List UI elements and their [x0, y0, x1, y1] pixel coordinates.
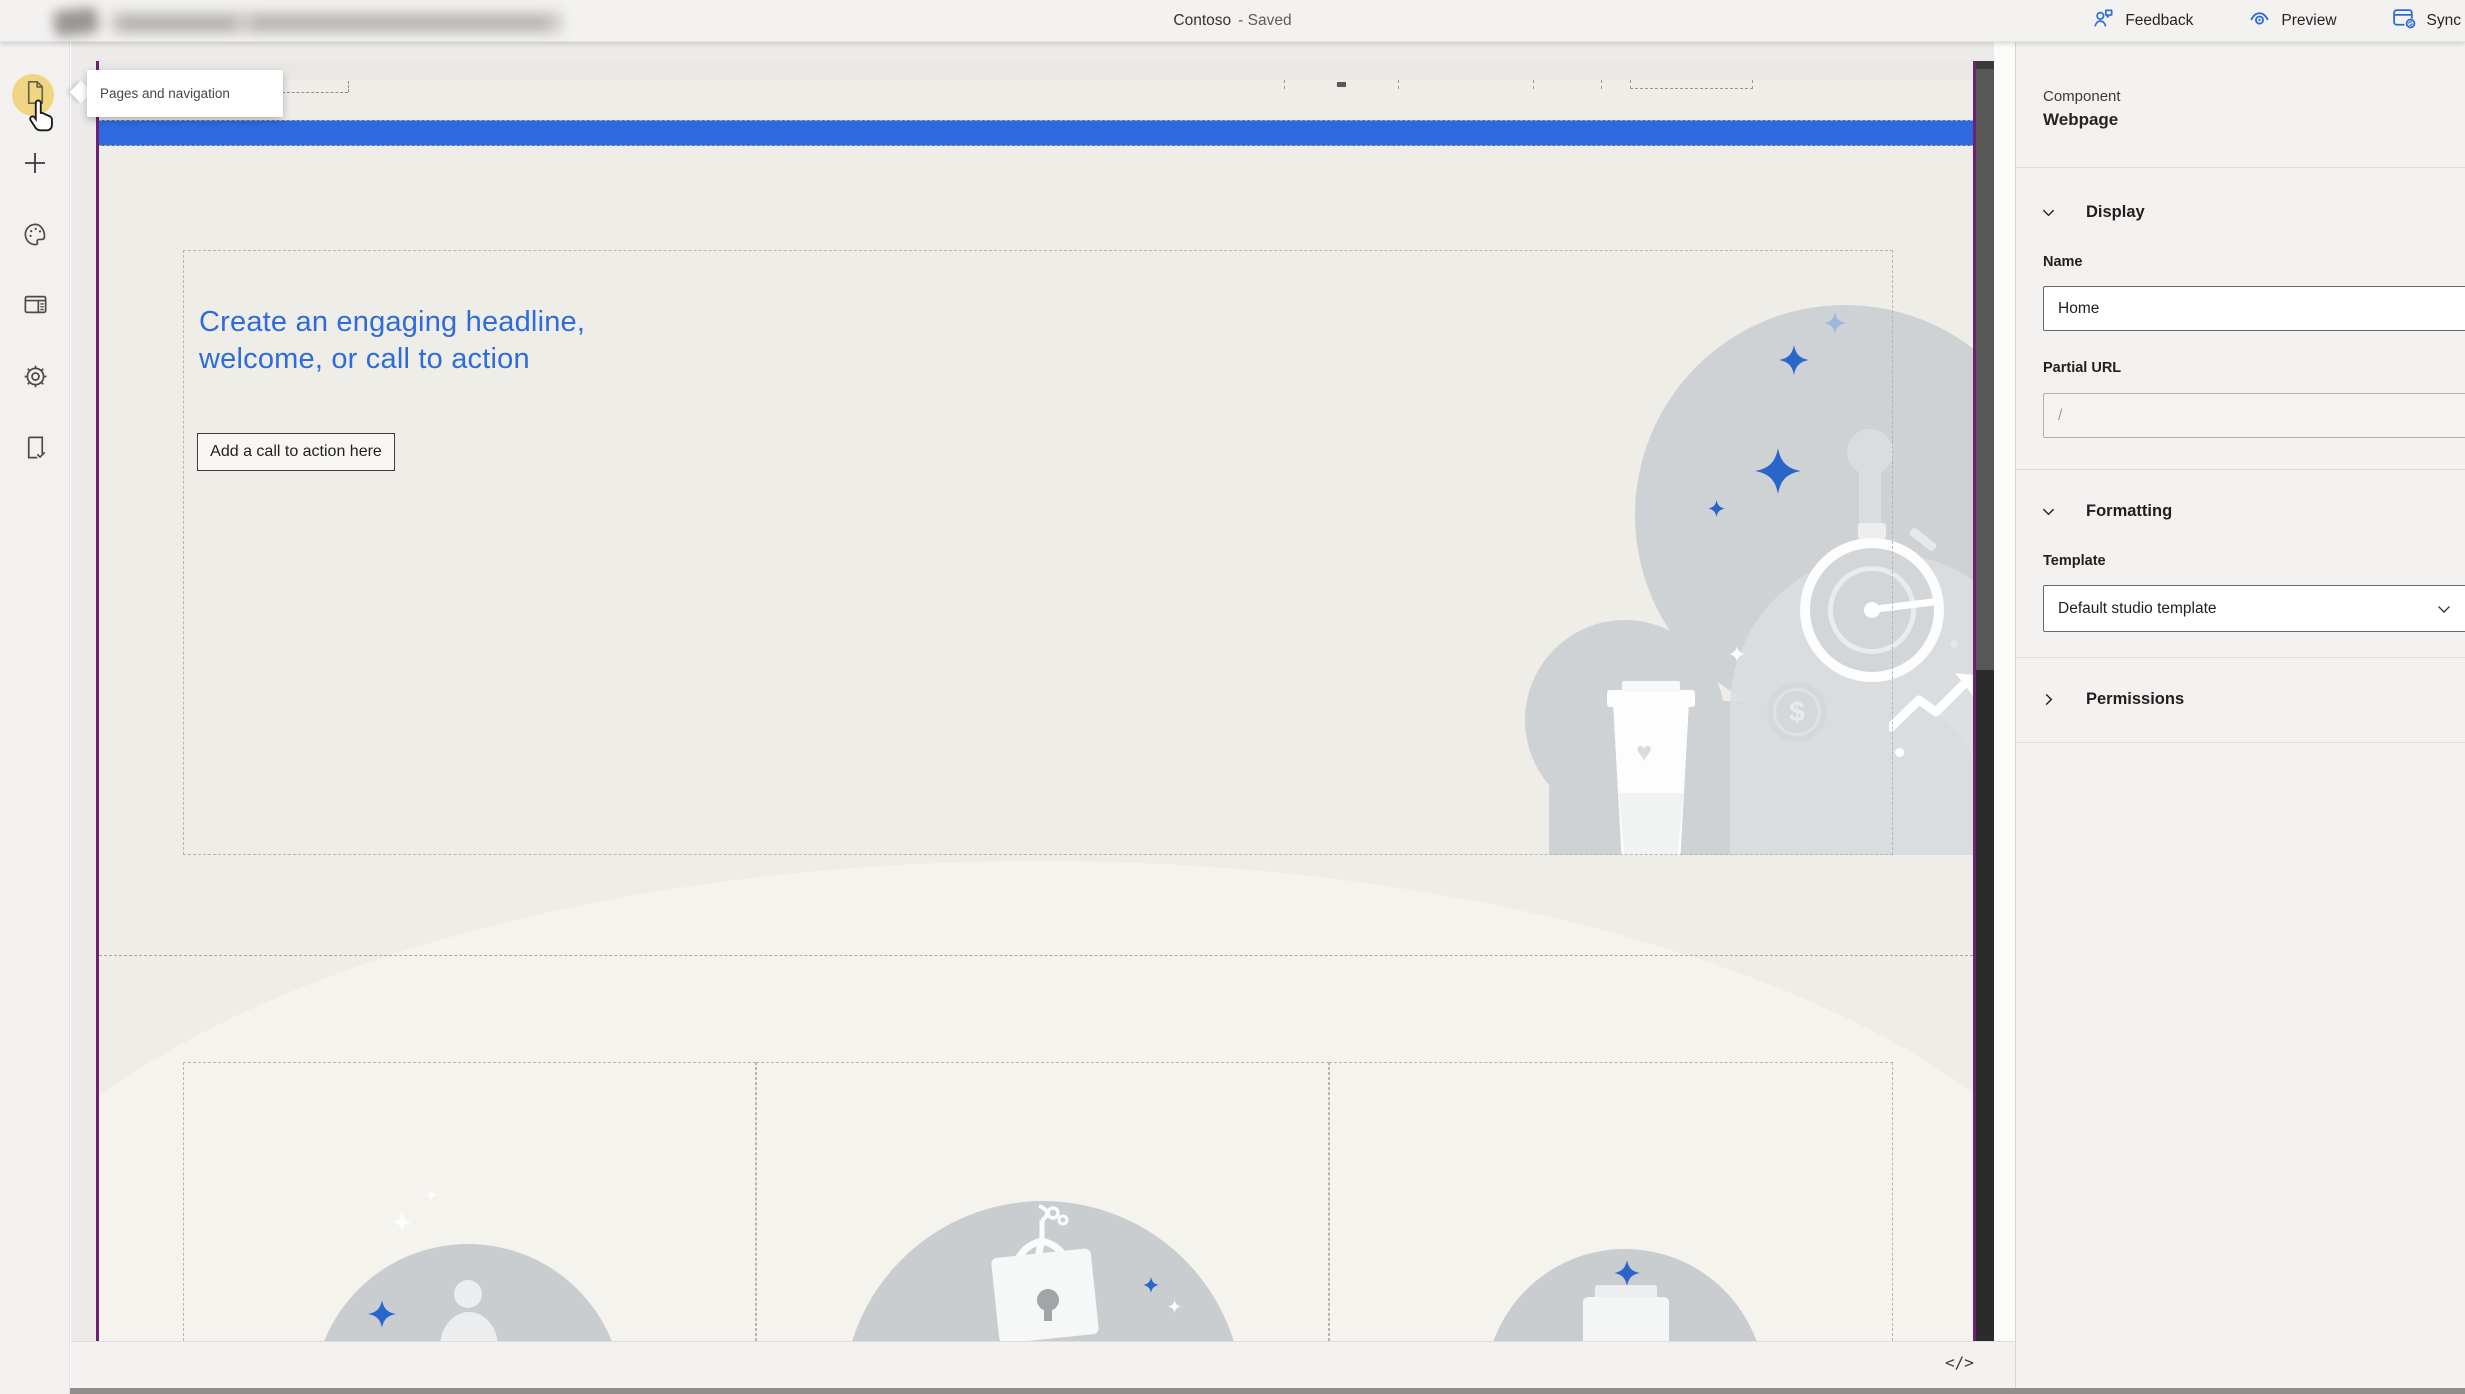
sparkle-icon — [1143, 1277, 1159, 1298]
chevron-right-icon — [2041, 692, 2056, 707]
dot-sparkle — [1895, 748, 1904, 757]
pages-navigation-tooltip: Pages and navigation — [87, 70, 283, 117]
canvas-scrollbar[interactable] — [1976, 61, 1994, 1341]
sidebar-item-settings[interactable] — [0, 353, 70, 405]
selection-outline-fragment — [1337, 82, 1346, 87]
call-to-action-button[interactable]: Add a call to action here — [197, 433, 395, 471]
formatting-section-title: Formatting — [2086, 502, 2172, 521]
display-section-header[interactable]: Display — [2016, 190, 2465, 234]
site-header-bar[interactable] — [99, 120, 1973, 146]
properties-panel: Component Webpage Display Name Partial U… — [2015, 42, 2465, 1388]
titlebar-actions: Feedback Preview — [2092, 0, 2461, 42]
sidebar-item-layout-data[interactable] — [0, 281, 70, 333]
panel-divider — [2016, 742, 2465, 743]
canvas-bottom-bar: </> — [71, 1341, 2015, 1388]
sparkle-icon — [1168, 1300, 1181, 1318]
feedback-button[interactable]: Feedback — [2092, 7, 2193, 35]
device-check-icon — [22, 434, 49, 466]
code-editor-toggle[interactable]: </> — [1945, 1353, 1974, 1372]
selection-outline-fragment — [1630, 80, 1753, 89]
save-status: - Saved — [1238, 12, 1291, 29]
design-canvas-workspace: $ ♥ — [71, 42, 2015, 1388]
sidebar-item-styling[interactable] — [0, 211, 70, 263]
webpage-canvas[interactable]: $ ♥ — [96, 61, 1976, 1341]
selection-outline-fragment — [1284, 80, 1285, 89]
sidebar-item-add-component[interactable] — [0, 139, 70, 191]
selection-outline-fragment — [1601, 80, 1602, 89]
template-field-label: Template — [2043, 553, 2106, 569]
sidebar-item-device-preview[interactable] — [0, 424, 70, 476]
feedback-label: Feedback — [2125, 12, 2193, 30]
template-dropdown-value: Default studio template — [2058, 600, 2436, 618]
display-section-title: Display — [2086, 203, 2145, 222]
name-input[interactable] — [2043, 286, 2465, 331]
selection-outline-fragment — [1533, 80, 1534, 89]
formatting-section-header[interactable]: Formatting — [2016, 489, 2465, 533]
permissions-section-title: Permissions — [2086, 690, 2184, 709]
component-label: Component — [2043, 88, 2121, 105]
box-illustration — [1583, 1297, 1669, 1341]
partial-url-input[interactable] — [2043, 393, 2465, 438]
sparkle-icon — [392, 1212, 412, 1237]
preview-button[interactable]: Preview — [2248, 7, 2336, 35]
sparkle-icon — [1614, 1260, 1640, 1291]
titlebar: Contoso - Saved Feedback — [0, 0, 2465, 42]
left-toolbar — [0, 42, 70, 1394]
panel-divider — [2016, 167, 2465, 168]
headline-line-2: welcome, or call to action — [199, 341, 585, 378]
power-pages-studio-window: Contoso - Saved Feedback — [0, 0, 2465, 1394]
layout-window-icon — [22, 291, 49, 323]
selection-outline-fragment — [1398, 80, 1399, 89]
canvas-right-gutter — [1994, 42, 2015, 1346]
canvas-top-strip — [99, 61, 1973, 80]
sync-browser-icon — [2392, 7, 2417, 35]
person-illustration-head — [454, 1280, 482, 1308]
trend-arrow-icon — [1889, 671, 1976, 738]
chevron-down-icon — [2041, 205, 2056, 220]
site-name: Contoso — [1173, 12, 1231, 29]
permissions-section-header[interactable]: Permissions — [2016, 677, 2465, 721]
site-title: Contoso - Saved — [1173, 0, 1291, 42]
sync-button[interactable]: Sync — [2392, 7, 2461, 35]
settings-gear-icon — [22, 363, 49, 395]
feedback-person-chat-icon — [2092, 7, 2115, 35]
headline-line-1: Create an engaging headline, — [199, 304, 585, 341]
preview-label: Preview — [2281, 12, 2336, 30]
chevron-down-icon — [2436, 601, 2452, 617]
redacted-app-breadcrumb — [22, 4, 570, 38]
sync-label: Sync — [2427, 12, 2461, 30]
dot-sparkle — [1950, 640, 1958, 648]
preview-eye-icon — [2248, 7, 2271, 35]
tooltip-connector-dashes — [348, 81, 349, 92]
sparkle-icon — [425, 1188, 437, 1206]
sparkle-icon — [368, 1300, 396, 1333]
name-field-label: Name — [2043, 254, 2083, 270]
panel-divider — [2016, 657, 2465, 658]
scrollbar-top-button[interactable] — [1976, 61, 1994, 69]
section-divider-dashed — [99, 955, 1973, 956]
component-type: Webpage — [2043, 110, 2118, 130]
window-bottom-edge — [70, 1388, 2465, 1394]
hero-headline[interactable]: Create an engaging headline, welcome, or… — [199, 304, 585, 378]
partial-url-field-label: Partial URL — [2043, 360, 2121, 376]
hand-cursor-pointer — [27, 98, 57, 139]
lock-keyhole-icon — [1044, 1307, 1052, 1321]
tooltip-text: Pages and navigation — [100, 86, 230, 101]
panel-divider — [2016, 469, 2465, 470]
scrollbar-thumb[interactable] — [1976, 69, 1994, 670]
chevron-down-icon — [2041, 504, 2056, 519]
theme-palette-icon — [22, 221, 49, 253]
tooltip-connector-dashes — [282, 92, 348, 93]
add-plus-icon — [21, 149, 49, 182]
template-dropdown[interactable]: Default studio template — [2043, 585, 2465, 632]
